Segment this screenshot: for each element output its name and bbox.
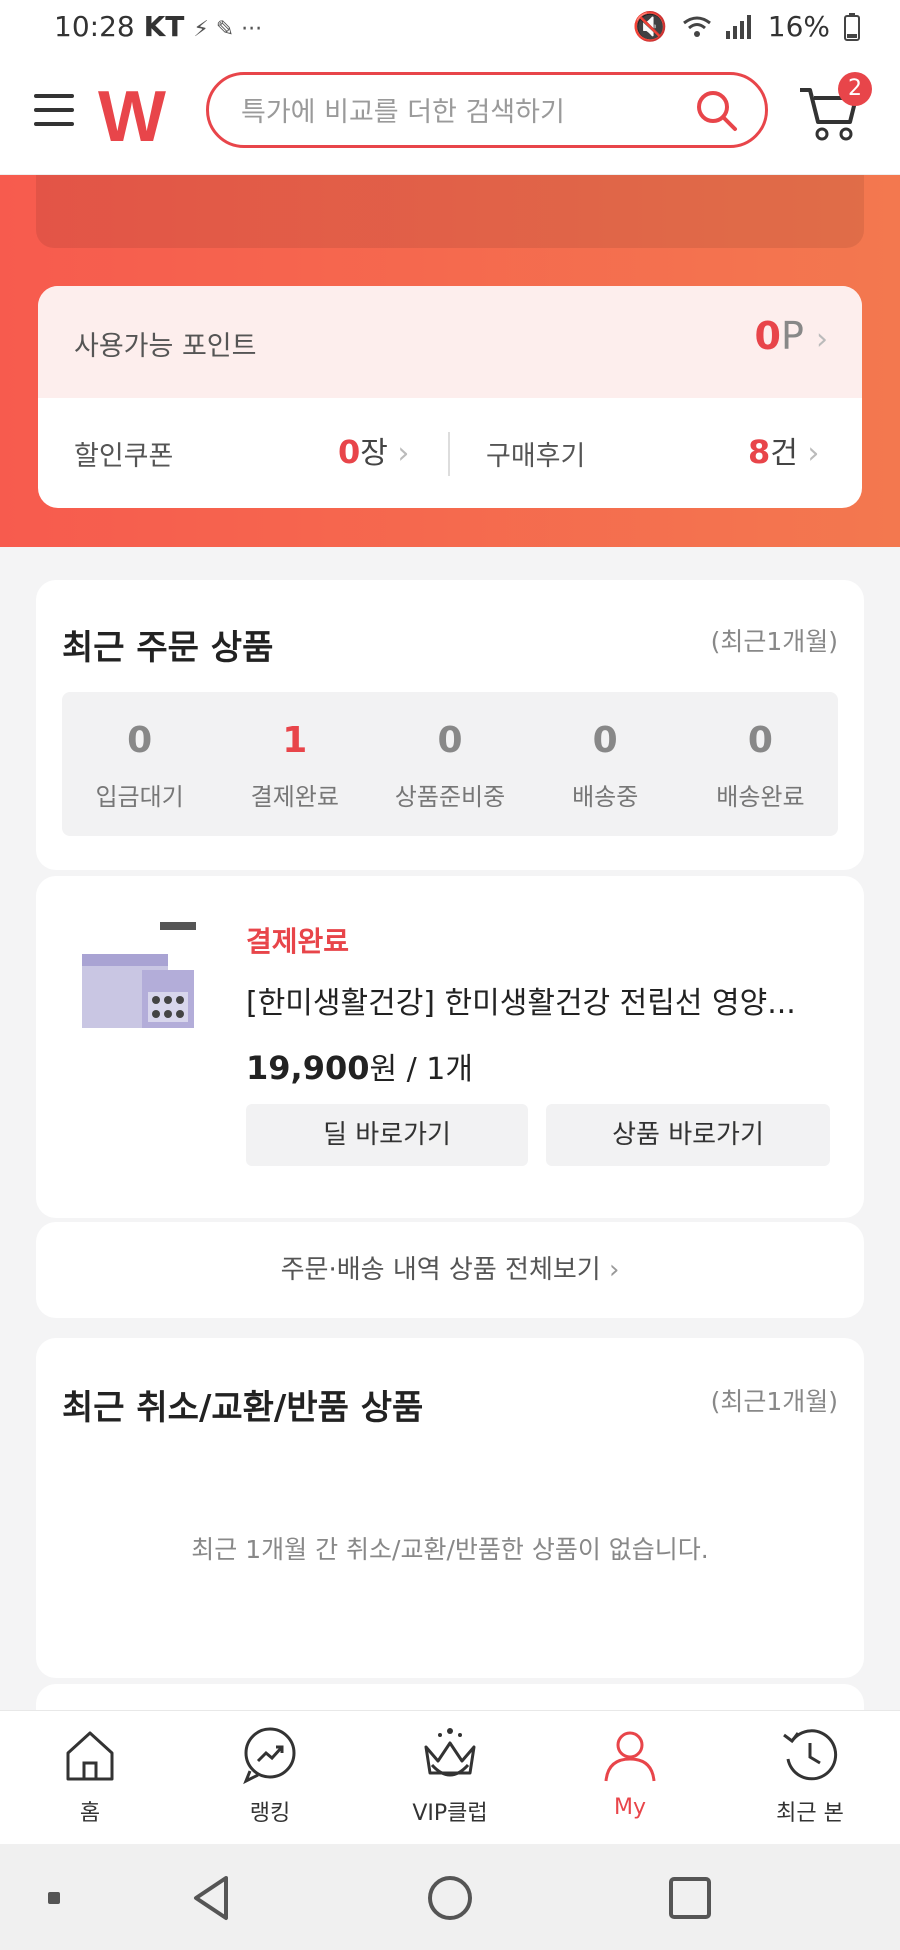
hero-banner: 사용가능 포인트 0P › 할인쿠폰 0장 › 구매후기 8건 › [0, 174, 900, 547]
home-circle-icon[interactable] [426, 1874, 474, 1922]
chevron-right-icon: › [397, 436, 410, 471]
chevron-right-icon: › [816, 322, 828, 357]
back-icon[interactable] [188, 1874, 236, 1922]
product-thumbnail[interactable] [76, 920, 200, 1044]
go-to-product-button[interactable]: 상품 바로가기 [546, 1104, 830, 1166]
history-icon [783, 1729, 838, 1781]
step-shipping[interactable]: 0 배송중 [528, 692, 683, 836]
indicator-icon [48, 1892, 60, 1904]
order-status-steps: 0 입금대기 1 결제완료 0 상품준비중 0 배송중 0 배송완료 [62, 692, 838, 836]
membership-card[interactable] [36, 174, 864, 248]
ranking-icon [243, 1727, 296, 1785]
step-preparing[interactable]: 0 상품준비중 [372, 692, 527, 836]
view-all-orders-link[interactable]: 주문·배송 내역 상품 전체보기 › [36, 1222, 864, 1318]
divider [448, 432, 450, 476]
status-time: 10:28 KT ⚡ ✎ ··· [54, 10, 263, 43]
crown-icon [424, 1728, 476, 1777]
battery-level: 16% [767, 10, 830, 43]
home-icon [66, 1731, 114, 1781]
section-title: 최근 주문 상품 [62, 628, 274, 668]
empty-message: 최근 1개월 간 취소/교환/반품한 상품이 없습니다. [191, 1535, 709, 1564]
system-navigation-bar [0, 1844, 900, 1950]
signal-icon [725, 14, 751, 39]
product-price: 19,900원 / 1개 [246, 1049, 473, 1087]
points-summary-card: 사용가능 포인트 0P › 할인쿠폰 0장 › 구매후기 8건 › [38, 286, 862, 508]
section-period: (최근1개월) [710, 1387, 838, 1416]
section-title: 최근 취소/교환/반품 상품 [62, 1388, 424, 1428]
nav-home[interactable]: 홈 [0, 1711, 180, 1845]
chevron-right-icon: › [608, 1255, 620, 1285]
nav-recently-viewed[interactable]: 최근 본 [720, 1711, 900, 1845]
points-row[interactable]: 사용가능 포인트 0P › [38, 286, 862, 398]
battery-icon [844, 12, 860, 41]
go-to-deal-button[interactable]: 딜 바로가기 [246, 1104, 528, 1166]
order-item-card: 결제완료 [한미생활건강] 한미생활건강 전립선 영양... 19,900원 /… [36, 876, 864, 1218]
coupon-label[interactable]: 할인쿠폰 [74, 434, 173, 473]
search-input[interactable] [239, 89, 683, 135]
cancel-exchange-return-card: 최근 취소/교환/반품 상품 (최근1개월) 최근 1개월 간 취소/교환/반품… [36, 1338, 864, 1678]
status-bar: 10:28 KT ⚡ ✎ ··· 🔇 16% [0, 0, 900, 56]
wifi-icon [682, 16, 711, 37]
recent-orders-card: 최근 주문 상품 (최근1개월) 0 입금대기 1 결제완료 0 상품준비중 0 배송중… [36, 580, 864, 870]
order-status-label: 결제완료 [246, 925, 350, 958]
product-name[interactable]: [한미생활건강] 한미생활건강 전립선 영양... [246, 978, 846, 1022]
person-icon [604, 1731, 656, 1782]
search-icon[interactable] [693, 87, 741, 135]
app-header: W 2 [0, 56, 900, 175]
review-value[interactable]: 8건 › [748, 428, 819, 472]
points-label: 사용가능 포인트 [74, 331, 257, 362]
recents-icon[interactable] [666, 1874, 714, 1922]
mute-icon: 🔇 [632, 10, 668, 43]
menu-icon[interactable] [34, 90, 74, 130]
cart-count-badge: 2 [838, 72, 872, 106]
search-bar[interactable] [206, 72, 768, 148]
review-label[interactable]: 구매후기 [486, 434, 585, 473]
points-value: 0P › [754, 314, 828, 358]
bottom-navigation: 홈 랭킹 VIP클럽 My 최근 본 [0, 1710, 900, 1845]
step-pending-payment[interactable]: 0 입금대기 [62, 692, 217, 836]
nav-ranking[interactable]: 랭킹 [180, 1711, 360, 1845]
coupon-review-row: 할인쿠폰 0장 › 구매후기 8건 › [38, 398, 862, 508]
nav-vip-club[interactable]: VIP클럽 [360, 1711, 540, 1845]
chevron-right-icon: › [807, 436, 820, 471]
step-delivered[interactable]: 0 배송완료 [683, 692, 838, 836]
nav-my[interactable]: My [540, 1711, 720, 1845]
coupon-value[interactable]: 0장 › [338, 428, 409, 472]
app-logo[interactable]: W [98, 76, 166, 158]
section-period: (최근1개월) [710, 627, 838, 656]
step-paid[interactable]: 1 결제완료 [217, 692, 372, 836]
status-icons: 🔇 16% [633, 10, 860, 43]
